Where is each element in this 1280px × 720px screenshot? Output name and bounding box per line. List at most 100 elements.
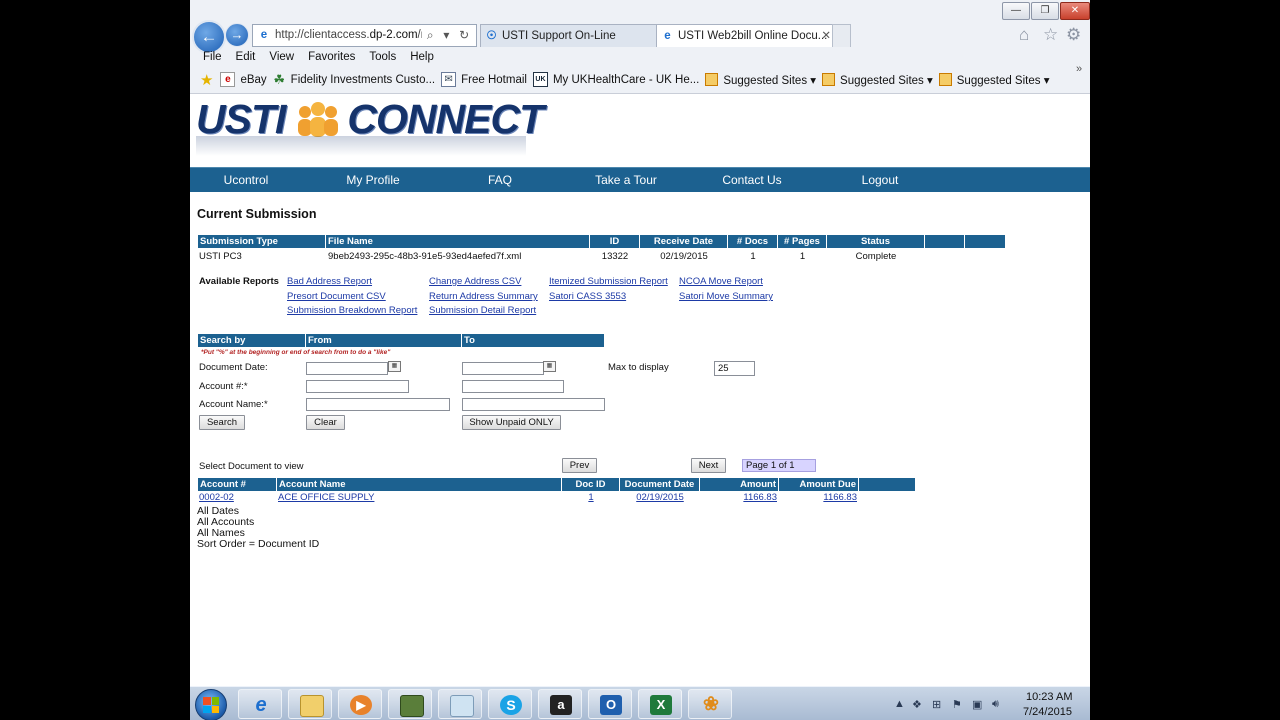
browser-chrome: — ❐ ✕ ← → ehttp://clientaccess.dp-2.com/… (190, 0, 1090, 94)
app-icon: a (550, 695, 572, 715)
clock-time[interactable]: 10:23 AM (1026, 691, 1072, 703)
fav-hotmail[interactable]: ✉ Free Hotmail (441, 72, 527, 87)
report-satori-move-summary[interactable]: Satori Move Summary (679, 291, 773, 303)
nav-contact-us[interactable]: Contact Us (710, 168, 794, 192)
report-satori-cass-3553[interactable]: Satori CASS 3553 (549, 291, 626, 303)
refresh-icon[interactable]: ↻ (459, 25, 469, 45)
chevron-right-icon[interactable]: » (1076, 63, 1082, 75)
ie-icon: e (255, 694, 267, 716)
windows-icon[interactable]: ⊞ (932, 698, 941, 711)
search-button[interactable]: Search (199, 415, 245, 430)
home-icon[interactable]: ⌂ (1019, 25, 1029, 45)
add-favorite-star-icon[interactable]: ★ (200, 71, 213, 89)
col-extra-1 (925, 235, 965, 248)
row-account-number[interactable]: 0002-02 (199, 492, 234, 504)
report-bad-address[interactable]: Bad Address Report (287, 276, 372, 288)
search-icon[interactable]: ⌕ (427, 25, 434, 45)
document-date-to-input[interactable] (462, 362, 544, 375)
menu-view[interactable]: View (262, 49, 301, 65)
fav-suggested-2[interactable]: Suggested Sites ▾ (822, 73, 933, 87)
network-icon[interactable]: ▣ (972, 698, 982, 711)
col-status: Status (827, 235, 925, 248)
clear-button[interactable]: Clear (306, 415, 345, 430)
menu-file[interactable]: File (196, 49, 229, 65)
tray-app-icon[interactable]: ❖ (912, 698, 922, 711)
next-button[interactable]: Next (691, 458, 726, 473)
fav-fidelity[interactable]: ☘ Fidelity Investments Custo... (273, 73, 435, 86)
report-submission-breakdown[interactable]: Submission Breakdown Report (287, 305, 417, 317)
minimize-button[interactable]: — (1002, 2, 1030, 20)
fav-ebay[interactable]: e eBay (220, 72, 267, 87)
row-document-date[interactable]: 02/19/2015 (620, 492, 700, 504)
nav-faq[interactable]: FAQ (470, 168, 530, 192)
system-tray: ▲ ❖ ⊞ ⚑ ▣ 🔊︎ 10:23 AM 7/24/2015 (890, 687, 1090, 720)
taskbar-ie[interactable]: e (238, 689, 282, 719)
taskbar-outlook[interactable]: O (588, 689, 632, 719)
row-amount-due[interactable]: 1166.83 (779, 492, 857, 504)
report-return-address-summary[interactable]: Return Address Summary (429, 291, 538, 303)
tab-web2bill[interactable]: e USTI Web2bill Online Docu... ✕ (656, 24, 837, 47)
report-presort-document-csv[interactable]: Presort Document CSV (287, 291, 386, 303)
taskbar-app-7[interactable]: a (538, 689, 582, 719)
menu-tools[interactable]: Tools (362, 49, 403, 65)
account-name-to-input[interactable] (462, 398, 605, 411)
fav-ukhealthcare[interactable]: UK My UKHealthCare - UK He... (532, 72, 699, 87)
landscape-icon (400, 695, 424, 717)
max-display-input[interactable]: 25 (714, 361, 755, 376)
col-id: ID (590, 235, 640, 248)
account-name-from-input[interactable] (306, 398, 450, 411)
taskbar-excel[interactable]: X (638, 689, 682, 719)
taskbar-app-10[interactable]: ❀ (688, 689, 732, 719)
taskbar-explorer[interactable] (288, 689, 332, 719)
media-player-icon: ▶ (350, 695, 372, 715)
prev-button[interactable]: Prev (562, 458, 597, 473)
favorites-star-icon[interactable]: ☆ (1043, 25, 1058, 45)
select-document-label: Select Document to view (199, 461, 304, 472)
report-itemized-submission[interactable]: Itemized Submission Report (549, 276, 668, 288)
col-docs: # Docs (728, 235, 778, 248)
show-hidden-icons-icon[interactable]: ▲ (894, 698, 905, 710)
fav-suggested-1[interactable]: Suggested Sites ▾ (705, 73, 816, 87)
calendar-icon[interactable]: ▦ (543, 361, 556, 372)
usti-connect-logo[interactable]: USTI CONNECT (196, 96, 544, 156)
row-doc-id[interactable]: 1 (562, 492, 620, 504)
nav-logout[interactable]: Logout (850, 168, 910, 192)
gear-icon[interactable]: ⚙ (1066, 25, 1081, 45)
menu-favorites[interactable]: Favorites (301, 49, 362, 65)
col-doc-id: Doc ID (562, 478, 620, 491)
taskbar-folder[interactable] (438, 689, 482, 719)
menu-help[interactable]: Help (403, 49, 441, 65)
menu-edit[interactable]: Edit (229, 49, 263, 65)
ie-page-icon: e (260, 29, 268, 41)
report-ncoa-move[interactable]: NCOA Move Report (679, 276, 763, 288)
flag-icon[interactable]: ⚑ (952, 698, 962, 711)
dropdown-icon[interactable]: ▾ (443, 25, 449, 45)
close-tab-icon[interactable]: ✕ (821, 25, 831, 47)
start-button[interactable] (195, 689, 227, 720)
to-header: To (462, 334, 605, 347)
fav-suggested-3[interactable]: Suggested Sites ▾ (938, 73, 1049, 87)
nav-my-profile[interactable]: My Profile (333, 168, 413, 192)
new-tab-button[interactable] (832, 24, 851, 47)
report-submission-detail[interactable]: Submission Detail Report (429, 305, 536, 317)
nav-take-a-tour[interactable]: Take a Tour (582, 168, 670, 192)
calendar-icon[interactable]: ▦ (388, 361, 401, 372)
row-amount[interactable]: 1166.83 (700, 492, 777, 504)
row-account-name[interactable]: ACE OFFICE SUPPLY (278, 492, 374, 504)
forward-button[interactable]: → (225, 23, 249, 47)
tab-usti-support[interactable]: ☉ USTI Support On-Line (480, 24, 658, 47)
show-unpaid-button[interactable]: Show Unpaid ONLY (462, 415, 561, 430)
clock-date[interactable]: 7/24/2015 (1023, 706, 1072, 718)
report-change-address-csv[interactable]: Change Address CSV (429, 276, 521, 288)
nav-ucontrol[interactable]: Ucontrol (207, 168, 285, 192)
account-number-to-input[interactable] (462, 380, 564, 393)
suggested-sites-icon (822, 73, 836, 86)
taskbar-skype[interactable]: S (488, 689, 532, 719)
maximize-button[interactable]: ❐ (1031, 2, 1059, 20)
account-number-from-input[interactable] (306, 380, 409, 393)
document-date-from-input[interactable] (306, 362, 388, 375)
volume-icon[interactable]: 🔊︎ (992, 698, 999, 711)
taskbar-app-4[interactable] (388, 689, 432, 719)
taskbar-media-player[interactable]: ▶ (338, 689, 382, 719)
close-window-button[interactable]: ✕ (1060, 2, 1090, 20)
